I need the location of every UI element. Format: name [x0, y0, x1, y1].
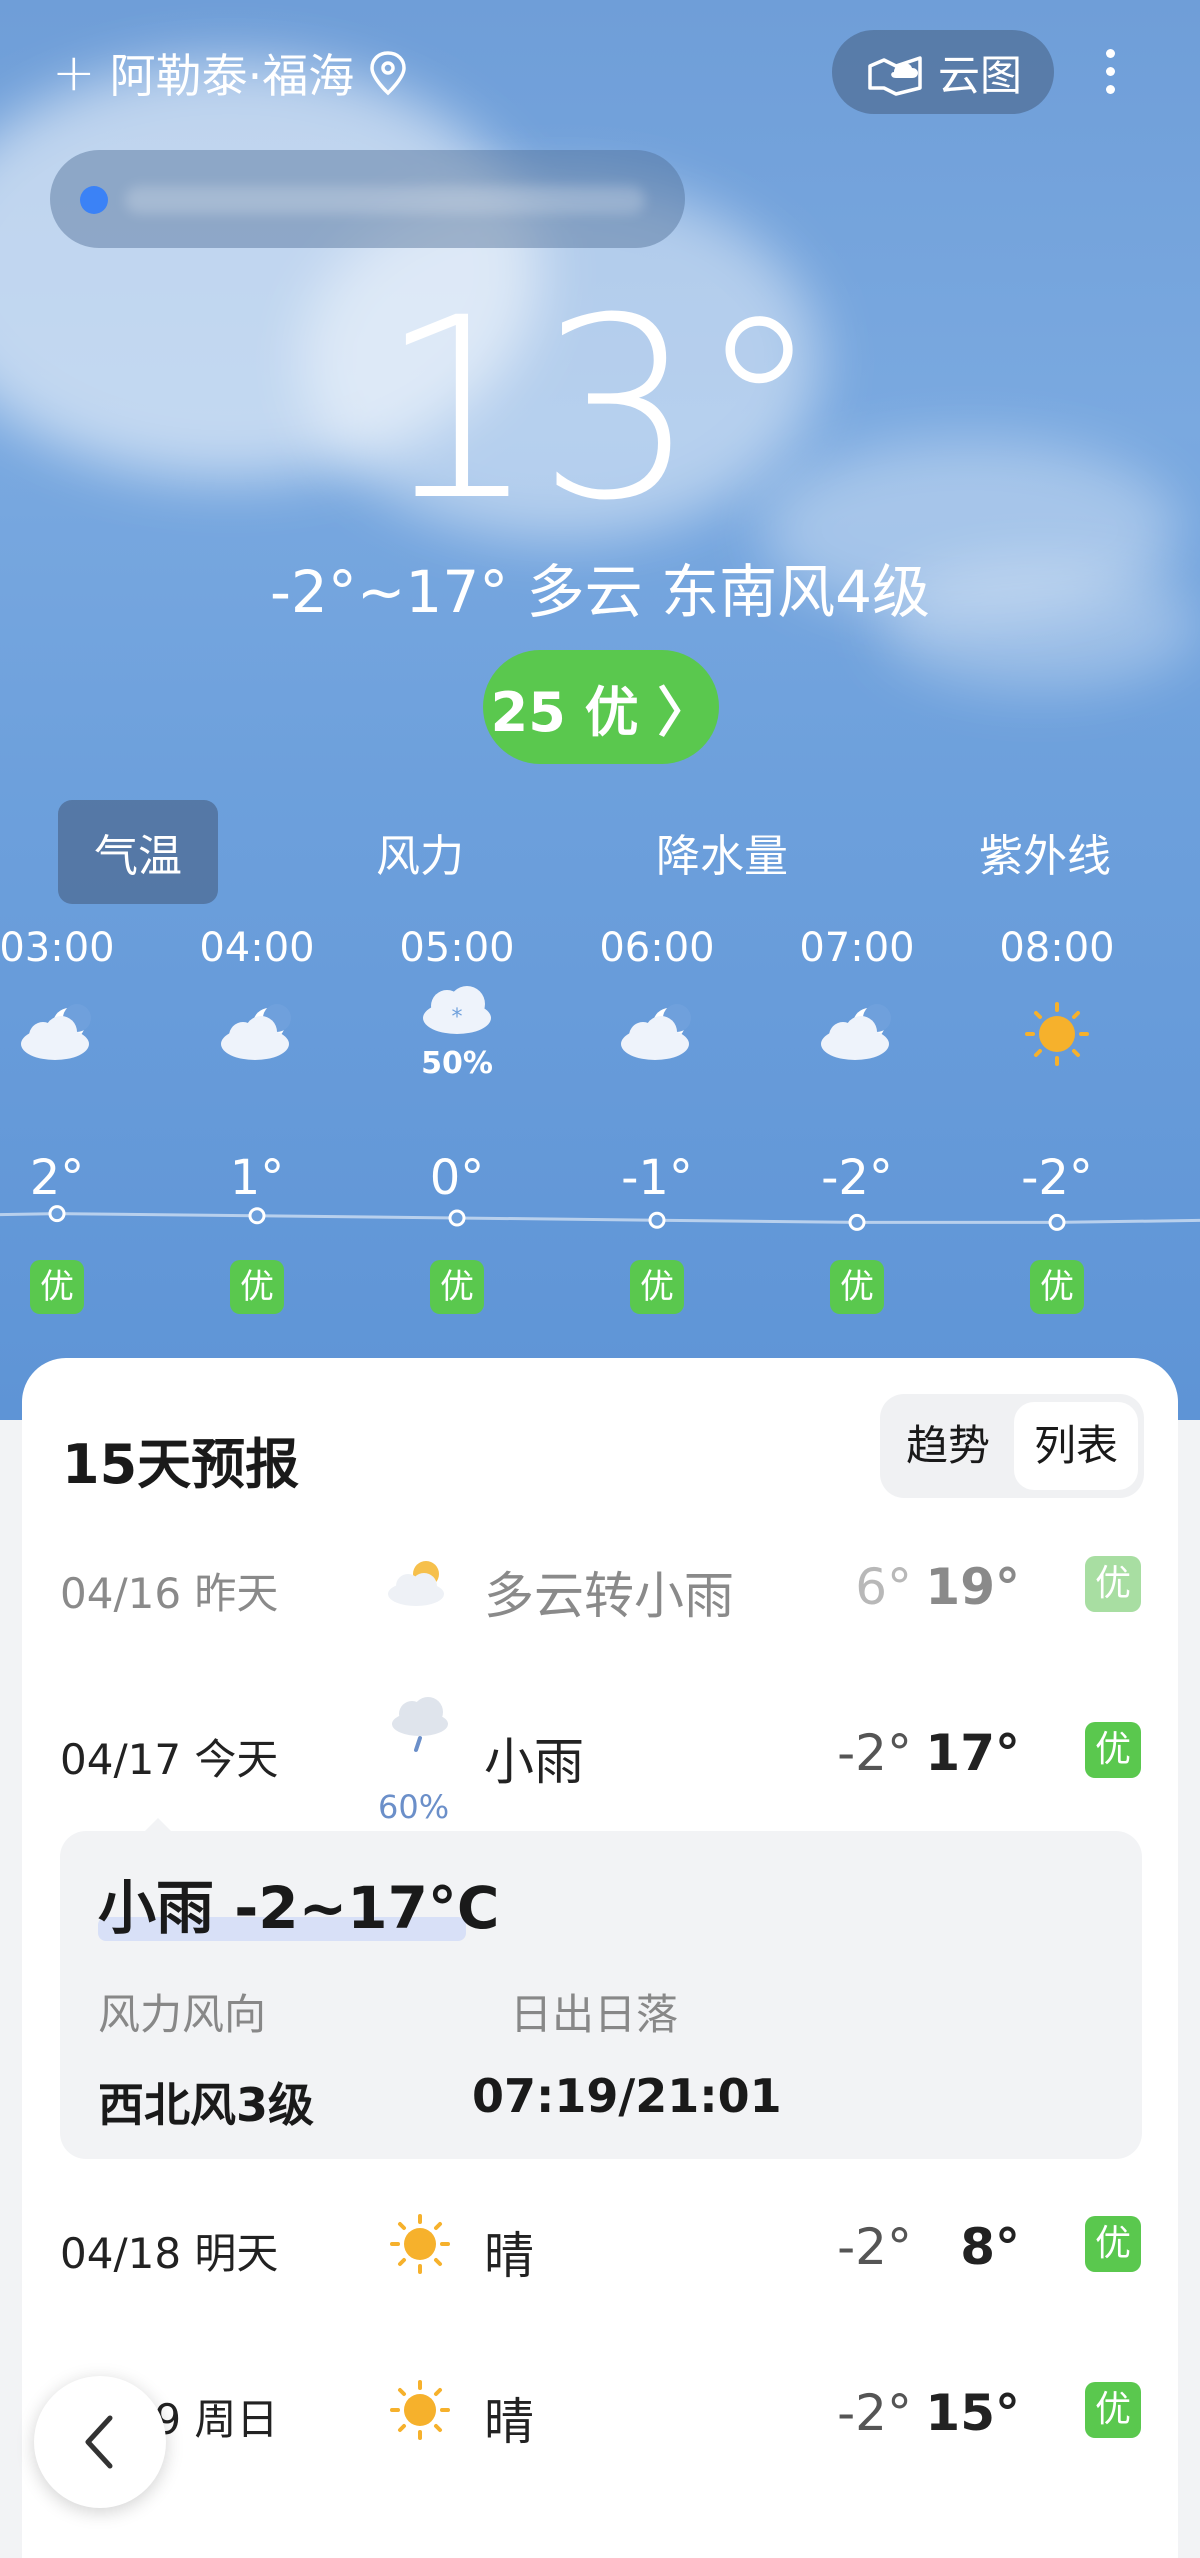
forecast-row[interactable]: 04/19 周日 晴 -2° 15° 优	[22, 2356, 1178, 2476]
wind-value: 西北风3级	[98, 2078, 315, 2132]
cloud-map-icon	[868, 56, 922, 96]
hour-time: 06:00	[599, 925, 715, 971]
tab-temperature[interactable]: 气温	[58, 800, 218, 904]
sun-icon	[977, 976, 1137, 1096]
row-date: 04/18 明天	[60, 2229, 279, 2278]
trend-point	[848, 1213, 866, 1231]
detail-pointer	[144, 1818, 172, 1832]
location-pin-icon	[370, 51, 406, 96]
add-city-icon[interactable]: +	[52, 43, 96, 103]
trend-point	[248, 1207, 266, 1225]
forecast-title: 15天预报	[62, 1433, 300, 1496]
row-aqi-badge: 优	[1085, 1556, 1141, 1612]
row-date: 04/17 今天	[60, 1735, 279, 1784]
sunrise-sunset-label: 日出日落	[510, 1990, 679, 2039]
hour-aqi-badge: 优	[30, 1260, 84, 1314]
detail-title: 小雨 -2~17°C	[98, 1874, 500, 1942]
hour-time: 05:00	[399, 925, 515, 971]
row-aqi-badge: 优	[1085, 1722, 1141, 1778]
weather-summary: -2°~17° 多云 东南风4级	[269, 558, 930, 626]
hour-column[interactable]: 04:00 1° 优	[177, 920, 337, 1314]
moon-cloud-icon	[577, 976, 737, 1096]
forecast-row[interactable]: 04/18 明天 晴 -2° 8° 优	[22, 2190, 1178, 2310]
alert-text-blurred	[125, 186, 645, 214]
forecast-row[interactable]: 04/16 昨天 多云转小雨 6° 19° 优	[22, 1530, 1178, 1650]
view-toggle: 趋势 列表	[880, 1394, 1144, 1498]
toggle-list[interactable]: 列表	[1014, 1402, 1138, 1490]
row-date: 04/16 昨天	[60, 1569, 279, 1618]
hour-column[interactable]: 08:00 -2° 优	[977, 920, 1137, 1314]
row-aqi-badge: 优	[1085, 2382, 1141, 2438]
hour-time: 08:00	[999, 925, 1115, 971]
row-low: 6°	[855, 1558, 912, 1616]
tab-uv[interactable]: 紫外线	[960, 800, 1130, 904]
day-detail-panel: 小雨 -2~17°C 风力风向 日出日落 西北风3级 07:19/21:01	[60, 1831, 1142, 2159]
wind-label: 风力风向	[98, 1990, 267, 2039]
rain-cloud-icon	[380, 1690, 460, 1770]
hour-time: 04:00	[199, 925, 315, 971]
row-low: -2°	[837, 1724, 912, 1782]
hour-aqi-badge: 优	[430, 1260, 484, 1314]
forecast-row[interactable]: 04/17 今天 60% 小雨 -2° 17° 优	[22, 1696, 1178, 1826]
hour-column[interactable]: 03:00 2° 优	[0, 920, 137, 1314]
row-high: 17°	[925, 1724, 1020, 1782]
city-name[interactable]: 阿勒泰·福海	[110, 40, 355, 106]
row-low: -2°	[837, 2218, 912, 2276]
trend-point	[648, 1211, 666, 1229]
hour-precip: 50%	[421, 1046, 493, 1081]
hour-time: 07:00	[799, 925, 915, 971]
top-bar: + 阿勒泰·福海 云图	[0, 30, 1200, 114]
back-button[interactable]	[34, 2376, 166, 2508]
row-precip: 60%	[378, 1788, 450, 1826]
trend-point	[448, 1209, 466, 1227]
temperature-trend-line	[0, 1205, 1200, 1231]
sunrise-sunset-value: 07:19/21:01	[472, 2069, 782, 2123]
row-high: 15°	[925, 2384, 1020, 2442]
row-high: 19°	[925, 1558, 1020, 1616]
hour-column[interactable]: 07:00 -2° 优	[777, 920, 937, 1314]
sun-cloud-icon	[380, 1544, 460, 1624]
hour-aqi-badge: 优	[230, 1260, 284, 1314]
toggle-trend[interactable]: 趋势	[886, 1402, 1010, 1490]
trend-point	[1048, 1213, 1066, 1231]
city-selector[interactable]: + 阿勒泰·福海	[52, 40, 408, 106]
trend-point	[48, 1205, 66, 1223]
row-aqi-badge: 优	[1085, 2216, 1141, 2272]
snow-cloud-icon: * 50%	[377, 976, 537, 1096]
hour-aqi-badge: 优	[630, 1260, 684, 1314]
row-condition: 多云转小雨	[484, 1567, 734, 1625]
hour-column[interactable]: 06:00 -1° 优	[577, 920, 737, 1314]
moon-cloud-icon	[777, 976, 937, 1096]
current-temperature: 13°	[378, 264, 822, 555]
moon-cloud-icon	[0, 976, 137, 1096]
row-high: 8°	[960, 2218, 1020, 2276]
row-condition: 晴	[484, 2393, 534, 2451]
cloud-map-button[interactable]: 云图	[832, 30, 1054, 114]
hourly-metric-tabs: 气温 风力 降水量 紫外线	[0, 800, 1200, 910]
tab-wind[interactable]: 风力	[345, 800, 495, 904]
hour-time: 03:00	[0, 925, 115, 971]
row-low: -2°	[837, 2384, 912, 2442]
more-vertical-icon[interactable]	[1090, 40, 1130, 110]
row-condition: 小雨	[484, 1733, 584, 1791]
sun-icon	[380, 2370, 460, 2450]
weather-alert-banner[interactable]	[50, 150, 685, 248]
alert-dot-icon	[80, 186, 108, 214]
hour-aqi-badge: 优	[1030, 1260, 1084, 1314]
hour-column[interactable]: 05:00 * 50% 0° 优	[377, 920, 537, 1314]
hour-aqi-badge: 优	[830, 1260, 884, 1314]
svg-text:*: *	[452, 1005, 463, 1030]
chevron-left-icon	[85, 2415, 113, 2469]
tab-precipitation[interactable]: 降水量	[632, 800, 812, 904]
sun-icon	[380, 2204, 460, 2284]
aqi-button[interactable]: 25 优 〉	[483, 650, 719, 764]
moon-cloud-icon	[177, 976, 337, 1096]
row-condition: 晴	[484, 2227, 534, 2285]
cloud-map-label: 云图	[937, 50, 1022, 100]
forecast-card: 15天预报 趋势 列表 04/16 昨天 多云转小雨 6° 19° 优 04/1…	[22, 1358, 1178, 2558]
hourly-forecast: 03:00 2° 优 04:00 1° 优 05:00 * 50% 0° 优 0…	[0, 920, 1200, 1340]
